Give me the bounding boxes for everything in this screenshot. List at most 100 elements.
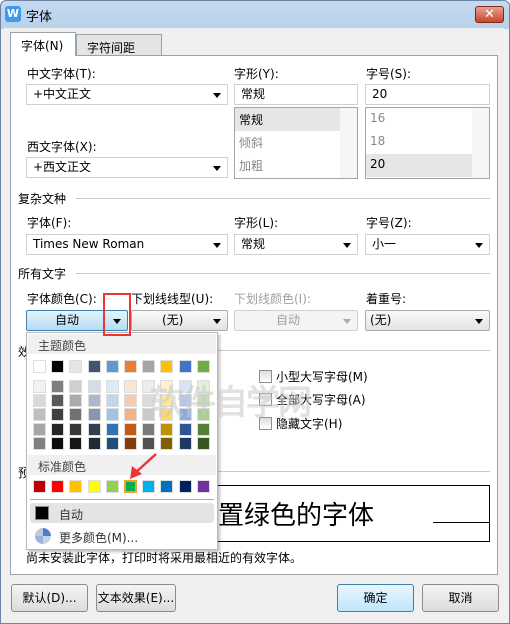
chevron-down-icon: [343, 243, 351, 248]
theme-shade-swatch[interactable]: [196, 436, 210, 450]
theme-shade-swatch[interactable]: [69, 380, 83, 393]
more-colors-option[interactable]: 更多颜色(M)...: [30, 526, 214, 546]
underline-style-select[interactable]: (无): [131, 310, 228, 331]
theme-shade-swatch[interactable]: [124, 436, 137, 450]
theme-shade-swatch[interactable]: [33, 436, 46, 450]
standard-color-swatch[interactable]: [105, 480, 119, 493]
theme-shade-swatch[interactable]: [51, 380, 65, 393]
cn-font-select[interactable]: +中文正文: [26, 84, 228, 105]
underline-style-value: (无): [162, 313, 184, 327]
complex-size-select[interactable]: 小一: [365, 234, 490, 255]
standard-color-swatch[interactable]: [33, 480, 46, 493]
theme-shade-swatch[interactable]: [33, 422, 46, 436]
theme-shade-swatch[interactable]: [105, 380, 119, 393]
theme-shade-swatch[interactable]: [124, 408, 137, 422]
theme-shade-swatch[interactable]: [105, 436, 119, 450]
ok-button[interactable]: 确定: [337, 584, 414, 612]
theme-shade-swatch[interactable]: [69, 422, 83, 436]
theme-color-swatch[interactable]: [51, 360, 65, 373]
theme-shade-swatch[interactable]: [51, 394, 65, 408]
chevron-down-icon: [213, 319, 221, 324]
theme-shade-swatch[interactable]: [51, 408, 65, 422]
size-input[interactable]: 20: [365, 84, 490, 105]
theme-shade-swatch[interactable]: [105, 394, 119, 408]
style-option[interactable]: 倾斜: [235, 131, 357, 154]
chevron-down-icon: [213, 93, 221, 98]
standard-color-swatch[interactable]: [160, 480, 174, 493]
theme-shade-swatch[interactable]: [69, 436, 83, 450]
theme-shade-swatch[interactable]: [160, 422, 174, 436]
theme-shade-swatch[interactable]: [142, 436, 156, 450]
color-picker-popup: 主题颜色 标准颜色 自动 更多颜色(M)...: [26, 332, 218, 550]
theme-color-swatch[interactable]: [124, 360, 137, 373]
theme-shade-swatch[interactable]: [124, 422, 137, 436]
size-option[interactable]: 20: [366, 154, 489, 177]
emphasis-select[interactable]: (无): [365, 310, 490, 331]
standard-color-swatch[interactable]: [196, 480, 210, 493]
theme-shade-swatch[interactable]: [105, 408, 119, 422]
cancel-button[interactable]: 取消: [422, 584, 499, 612]
tab-character-spacing[interactable]: 字符间距(R): [76, 34, 162, 70]
emphasis-label: 着重号:: [366, 292, 407, 306]
theme-shade-swatch[interactable]: [51, 436, 65, 450]
theme-shade-swatch[interactable]: [124, 394, 137, 408]
scrollbar[interactable]: [472, 108, 489, 178]
theme-shade-swatch[interactable]: [87, 394, 101, 408]
close-button[interactable]: ✕: [475, 6, 504, 23]
style-input[interactable]: 常规: [234, 84, 358, 105]
style-list[interactable]: 常规 倾斜 加粗: [234, 107, 358, 179]
complex-style-select[interactable]: 常规: [234, 234, 358, 255]
chevron-down-icon: [475, 319, 483, 324]
theme-shade-swatch[interactable]: [33, 408, 46, 422]
theme-color-swatch[interactable]: [69, 360, 83, 373]
theme-color-swatch[interactable]: [196, 360, 210, 373]
theme-color-swatch[interactable]: [142, 360, 156, 373]
theme-shade-swatch[interactable]: [160, 436, 174, 450]
theme-color-swatch[interactable]: [160, 360, 174, 373]
cn-font-value: +中文正文: [33, 87, 92, 101]
scrollbar[interactable]: [340, 108, 357, 178]
theme-color-swatch[interactable]: [178, 360, 192, 373]
theme-shade-swatch[interactable]: [33, 394, 46, 408]
color-wheel-icon: [35, 528, 51, 544]
default-button[interactable]: 默认(D)...: [11, 584, 88, 612]
style-option[interactable]: 常规: [235, 108, 357, 131]
size-list[interactable]: 16 18 20: [365, 107, 490, 179]
theme-shade-swatch[interactable]: [178, 422, 192, 436]
theme-color-swatch[interactable]: [87, 360, 101, 373]
theme-shade-swatch[interactable]: [142, 422, 156, 436]
preview-text: 置绿色的字体: [218, 501, 375, 531]
auto-color-option[interactable]: 自动: [30, 503, 214, 523]
tab-font[interactable]: 字体(N): [10, 32, 76, 56]
theme-shade-swatch[interactable]: [87, 422, 101, 436]
text-effects-button[interactable]: 文本效果(E)...: [96, 584, 176, 612]
standard-color-swatch[interactable]: [87, 480, 101, 493]
size-option[interactable]: 18: [366, 131, 489, 154]
theme-shade-swatch[interactable]: [87, 380, 101, 393]
theme-shade-swatch[interactable]: [51, 422, 65, 436]
theme-color-swatch[interactable]: [33, 360, 46, 373]
theme-shade-swatch[interactable]: [196, 422, 210, 436]
theme-shade-swatch[interactable]: [105, 422, 119, 436]
watermark-logo: 软件自学网: [150, 383, 312, 423]
standard-color-swatch[interactable]: [178, 480, 192, 493]
theme-shade-swatch[interactable]: [33, 380, 46, 393]
theme-shade-swatch[interactable]: [178, 436, 192, 450]
theme-shade-swatch[interactable]: [69, 394, 83, 408]
standard-colors-header: 标准颜色: [28, 455, 216, 475]
complex-style-value: 常规: [241, 237, 266, 251]
standard-color-swatch[interactable]: [69, 480, 83, 493]
complex-font-select[interactable]: Times New Roman: [26, 234, 228, 255]
west-font-label: 西文字体(X):: [27, 140, 97, 154]
theme-shade-swatch[interactable]: [124, 380, 137, 393]
standard-color-swatch[interactable]: [51, 480, 65, 493]
size-option[interactable]: 16: [366, 108, 489, 131]
theme-shade-swatch[interactable]: [87, 436, 101, 450]
theme-shade-swatch[interactable]: [87, 408, 101, 422]
chevron-down-icon: [213, 243, 221, 248]
west-font-select[interactable]: +西文正文: [26, 157, 228, 178]
theme-shade-swatch[interactable]: [69, 408, 83, 422]
theme-color-swatch[interactable]: [105, 360, 119, 373]
divider: [218, 350, 490, 351]
style-option[interactable]: 加粗: [235, 154, 357, 177]
